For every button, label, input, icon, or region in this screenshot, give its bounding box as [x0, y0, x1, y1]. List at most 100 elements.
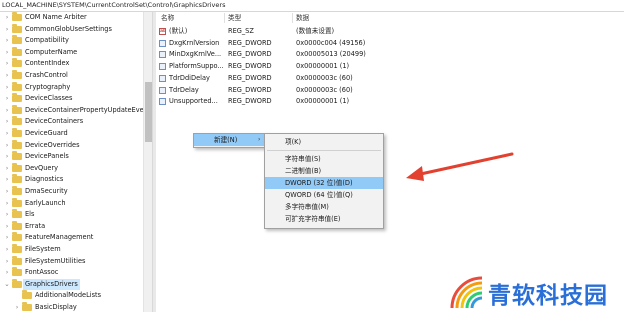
tree-item[interactable]: › DeviceOverrides — [0, 139, 143, 151]
column-header-data[interactable]: 数据 — [296, 12, 309, 24]
chevron-right-icon[interactable]: › — [4, 198, 10, 209]
tree-item[interactable]: › DevQuery — [0, 162, 143, 174]
chevron-right-icon[interactable]: › — [4, 232, 10, 243]
value-row[interactable]: DxgKrnlVersion REG_DWORD 0x0000c004 (49156… — [156, 38, 456, 49]
chevron-right-icon[interactable]: › — [4, 256, 10, 267]
chevron-right-icon[interactable]: › — [4, 267, 10, 278]
folder-icon — [12, 139, 22, 149]
value-row[interactable]: Unsupported... REG_DWORD 0x00000001 (1) — [156, 96, 456, 107]
value-row[interactable]: ab (默认) REG_SZ (数值未设置) — [156, 26, 456, 37]
tree-item[interactable]: › Compatibility — [0, 35, 143, 46]
chevron-right-icon[interactable]: › — [4, 93, 10, 104]
tree-item[interactable]: › FileSystemUtilities — [0, 255, 143, 267]
tree-item[interactable]: › EarlyLaunch — [0, 197, 143, 209]
value-data: 0x0000c004 (49156) — [296, 38, 366, 47]
tree-item-label: BasicDisplay — [35, 303, 77, 311]
value-data: 0x0000003c (60) — [296, 73, 353, 82]
tree-item[interactable]: › ComputerName — [0, 46, 143, 58]
tree-item[interactable]: › DeviceGuard — [0, 128, 143, 139]
tree-scrollbar-thumb[interactable] — [145, 82, 152, 142]
tree-item[interactable]: › FileSystem — [0, 244, 143, 255]
tree-item[interactable]: › DeviceContainerPropertyUpdateEve — [0, 104, 143, 116]
tree-item[interactable]: › CrashControl — [0, 70, 143, 81]
submenu-item[interactable]: QWORD (64 位)值(Q) — [265, 189, 383, 201]
tree-item[interactable]: › Errata — [0, 220, 143, 232]
value-row[interactable]: MinDxgKrnlVe... REG_DWORD 0x00005013 (2049… — [156, 49, 456, 60]
tree-item[interactable]: › Cryptography — [0, 81, 143, 93]
submenu-item[interactable]: DWORD (32 位)值(D) — [265, 177, 383, 189]
tree-item-label: EarlyLaunch — [25, 198, 66, 207]
value-row[interactable]: PlatformSuppo... REG_DWORD 0x00000001 (1) — [156, 61, 456, 72]
submenu-item[interactable]: 字符串值(S) — [265, 153, 383, 165]
submenu-item[interactable]: 二进制值(B) — [265, 165, 383, 177]
submenu-item[interactable]: 可扩充字符串值(E) — [265, 213, 383, 225]
submenu-item-label: DWORD (32 位)值(D) — [285, 179, 353, 187]
chevron-right-icon[interactable]: › — [4, 82, 10, 93]
column-header-type[interactable]: 类型 — [228, 12, 241, 24]
chevron-right-icon[interactable]: › — [4, 35, 10, 46]
chevron-right-icon[interactable]: › — [4, 174, 10, 185]
tree-item-label: DeviceOverrides — [25, 140, 80, 149]
folder-icon — [12, 104, 22, 114]
chevron-right-icon[interactable]: › — [4, 244, 10, 255]
value-name: DxgKrnlVersion — [169, 38, 220, 47]
chevron-right-icon[interactable]: › — [4, 24, 10, 35]
chevron-right-icon[interactable]: › — [4, 58, 10, 69]
chevron-right-icon[interactable]: › — [4, 140, 10, 151]
chevron-right-icon[interactable]: › — [4, 116, 10, 127]
tree-item[interactable]: › BasicDisplay — [0, 302, 143, 312]
tree-item[interactable]: › CommonGlobUserSettings — [0, 23, 143, 35]
tree-item[interactable]: › COM Name Arbiter — [0, 12, 143, 23]
value-name: MinDxgKrnlVe... — [169, 50, 222, 59]
tree-item[interactable]: › FeatureManagement — [0, 232, 143, 243]
tree-item-label: FeatureManagement — [25, 233, 94, 242]
value-row[interactable]: TdrDelay REG_DWORD 0x0000003c (60) — [156, 85, 456, 96]
registry-tree[interactable]: › COM Name Arbiter › CommonGlobUserSettings… — [0, 12, 143, 312]
folder-icon — [12, 12, 22, 21]
chevron-right-icon[interactable]: › — [14, 302, 20, 312]
chevron-right-icon[interactable]: › — [4, 209, 10, 220]
chevron-right-icon[interactable]: › — [4, 151, 10, 162]
context-menu: 新建(N) › — [193, 133, 268, 148]
chevron-right-icon[interactable]: › — [4, 128, 10, 139]
tree-item[interactable]: › DeviceContainers — [0, 116, 143, 127]
column-header-name[interactable]: 名称 — [161, 12, 174, 24]
tree-item[interactable]: › DevicePanels — [0, 151, 143, 162]
tree-item-label: Errata — [25, 221, 46, 230]
chevron-right-icon[interactable]: › — [4, 163, 10, 174]
tree-item[interactable]: › ContentIndex — [0, 58, 143, 69]
chevron-right-icon[interactable]: › — [4, 105, 10, 116]
tree-item[interactable]: ⌄ GraphicsDrivers — [0, 278, 143, 290]
column-divider[interactable] — [224, 13, 225, 23]
watermark-logo-icon — [450, 276, 483, 309]
submenu-item[interactable]: 项(K) — [265, 136, 383, 148]
folder-icon — [12, 232, 22, 242]
chevron-down-icon[interactable]: ⌄ — [4, 279, 10, 290]
tree-item[interactable]: › FontAssoc — [0, 267, 143, 278]
chevron-right-icon[interactable]: › — [4, 186, 10, 197]
value-row[interactable]: TdrDdiDelay REG_DWORD 0x0000003c (60) — [156, 73, 456, 84]
tree-item[interactable]: › DeviceClasses — [0, 93, 143, 104]
folder-icon — [22, 290, 32, 300]
chevron-right-icon[interactable]: › — [4, 12, 10, 23]
values-header: 名称 类型 数据 — [156, 12, 624, 24]
value-data: (数值未设置) — [296, 27, 335, 35]
annotation-arrow-shaft — [414, 152, 514, 177]
value-type: REG_DWORD — [228, 38, 272, 47]
tree-item[interactable]: › Diagnostics — [0, 174, 143, 185]
chevron-right-icon[interactable]: › — [4, 47, 10, 58]
folder-icon — [12, 93, 22, 103]
tree-item[interactable]: AdditionalModeLists — [0, 290, 143, 301]
chevron-right-icon[interactable]: › — [4, 70, 10, 81]
tree-item[interactable]: › DmaSecurity — [0, 186, 143, 197]
column-divider[interactable] — [292, 13, 293, 23]
submenu-item[interactable]: 多字符串值(M) — [265, 201, 383, 213]
chevron-right-icon[interactable]: › — [4, 221, 10, 232]
menu-item-new[interactable]: 新建(N) › — [194, 134, 267, 146]
tree-item-label: Els — [25, 210, 35, 219]
tree-item-label: DevicePanels — [25, 152, 69, 161]
value-data: 0x0000003c (60) — [296, 85, 353, 94]
tree-item[interactable]: › Els — [0, 209, 143, 220]
new-submenu: 项(K) 字符串值(S) 二进制值(B) DWORD (32 位)值(D) QWORD … — [264, 133, 384, 229]
address-bar[interactable]: LOCAL_MACHINE\SYSTEM\CurrentControlSet\C… — [0, 0, 624, 12]
